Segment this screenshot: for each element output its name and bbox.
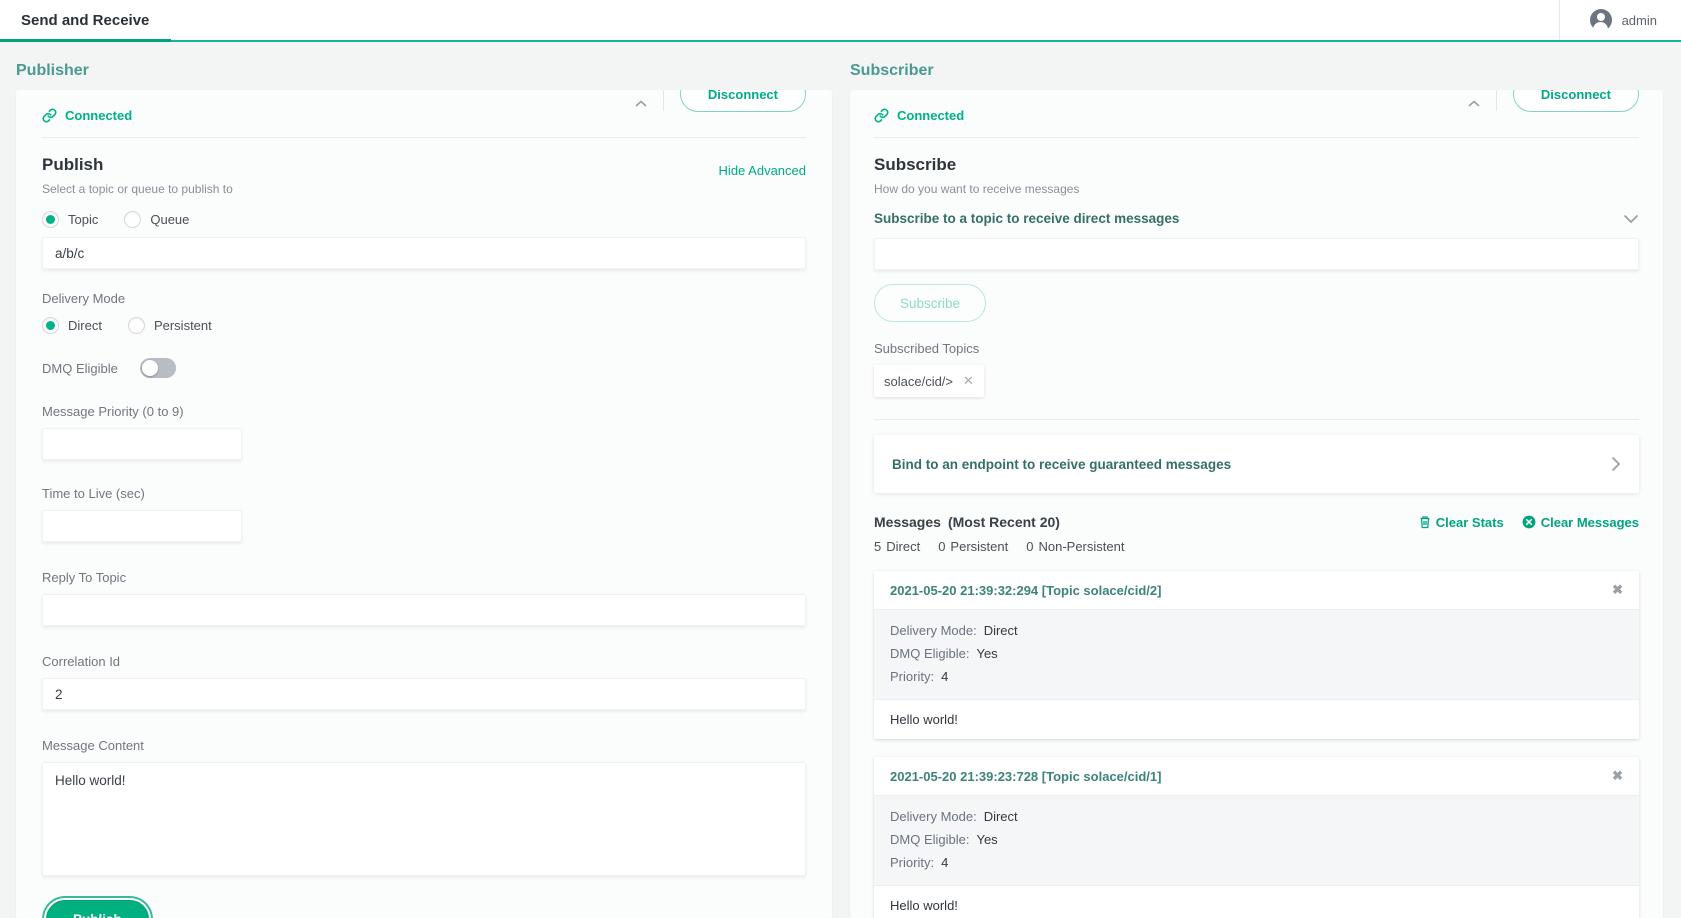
subscribed-topic-chip: solace/cid/> ✕	[874, 365, 984, 397]
subscribe-heading: Subscribe	[874, 155, 1079, 175]
destination-type-radios: Topic Queue	[42, 211, 806, 228]
user-menu[interactable]: admin	[1559, 0, 1681, 40]
publisher-panel: Publisher Connected	[16, 56, 832, 918]
trash-icon	[1419, 515, 1431, 529]
main-content: Publisher Connected	[0, 42, 1681, 918]
correlation-id-label: Correlation Id	[42, 654, 806, 669]
bind-endpoint-prompt: Bind to an endpoint to receive guarantee…	[892, 457, 1231, 472]
publisher-connection-row: Connected Disconnect	[42, 98, 806, 132]
radio-persistent-circle[interactable]	[128, 317, 145, 334]
message-fields: Delivery Mode: Direct DMQ Eligible: Yes …	[874, 795, 1639, 886]
divider	[874, 137, 1639, 138]
messages-header-row: Messages (Most Recent 20) Clear Stats	[874, 514, 1639, 530]
clear-stats-button[interactable]: Clear Stats	[1419, 515, 1504, 530]
publish-section-header: Publish Select a topic or queue to publi…	[42, 155, 806, 196]
link-icon	[874, 108, 889, 123]
radio-queue-circle[interactable]	[124, 211, 141, 228]
subscribed-topics-label: Subscribed Topics	[874, 341, 1639, 356]
subscriber-connection-controls: Disconnect	[1468, 90, 1639, 112]
stat-non-persistent: 0 Non-Persistent	[1026, 539, 1124, 554]
subscriber-connected-label: Connected	[897, 108, 964, 123]
link-icon	[42, 108, 57, 123]
vertical-divider	[1496, 90, 1497, 111]
publisher-disconnect-button[interactable]: Disconnect	[680, 90, 806, 112]
vertical-divider	[663, 90, 664, 111]
reply-to-topic-input[interactable]	[42, 594, 806, 626]
stat-direct: 5 Direct	[874, 539, 920, 554]
radio-persistent[interactable]: Persistent	[128, 317, 212, 334]
tab-send-and-receive[interactable]: Send and Receive	[0, 0, 171, 42]
hide-advanced-link[interactable]: Hide Advanced	[719, 163, 806, 196]
chevron-right-icon	[1611, 456, 1621, 472]
dmq-eligible-row: DMQ Eligible	[42, 358, 806, 378]
subscriber-title: Subscriber	[850, 62, 1663, 80]
delivery-mode-label: Delivery Mode	[42, 291, 806, 306]
x-icon[interactable]: ✕	[963, 373, 974, 389]
ttl-label: Time to Live (sec)	[42, 486, 806, 501]
publisher-connected-label: Connected	[65, 108, 132, 123]
close-icon[interactable]: ✖	[1612, 582, 1623, 598]
clear-messages-button[interactable]: Clear Messages	[1522, 515, 1639, 530]
publisher-connection-status: Connected	[42, 108, 132, 123]
message-card: 2021-05-20 21:39:23:728 [Topic solace/ci…	[874, 757, 1639, 918]
publish-heading: Publish	[42, 155, 233, 175]
subscriber-connection-row: Connected Disconnect	[874, 98, 1639, 132]
dmq-eligible-label: DMQ Eligible	[42, 361, 118, 376]
subscribe-button[interactable]: Subscribe	[874, 284, 986, 322]
subscriber-card: Connected Disconnect Subscribe How do yo…	[850, 90, 1663, 918]
delivery-mode-radios: Direct Persistent	[42, 317, 806, 334]
radio-direct[interactable]: Direct	[42, 317, 102, 334]
publisher-card: Connected Disconnect Publish Select a to…	[16, 90, 832, 918]
stat-persistent: 0 Persistent	[938, 539, 1008, 554]
reply-to-topic-label: Reply To Topic	[42, 570, 806, 585]
divider	[42, 137, 806, 138]
dmq-toggle[interactable]	[140, 358, 176, 378]
dmq-toggle-knob	[142, 360, 158, 376]
publish-subtitle: Select a topic or queue to publish to	[42, 182, 233, 196]
correlation-id-input[interactable]	[42, 678, 806, 710]
messages-recent-label: (Most Recent 20)	[948, 514, 1060, 530]
message-fields: Delivery Mode: Direct DMQ Eligible: Yes …	[874, 609, 1639, 700]
message-stats-row: 5 Direct 0 Persistent 0 Non-Persistent	[874, 539, 1639, 554]
message-priority-label: Message Priority (0 to 9)	[42, 404, 806, 419]
radio-direct-circle[interactable]	[42, 317, 59, 334]
top-navigation-bar: Send and Receive admin	[0, 0, 1681, 42]
subscriber-disconnect-button[interactable]: Disconnect	[1513, 90, 1639, 112]
ttl-input[interactable]	[42, 510, 242, 542]
caret-up-icon[interactable]	[635, 100, 647, 108]
message-payload: Hello world!	[874, 700, 1639, 739]
message-timestamp: 2021-05-20 21:39:23:728 [Topic solace/ci…	[890, 769, 1161, 784]
radio-topic[interactable]: Topic	[42, 211, 98, 228]
subscribed-topic-value: solace/cid/>	[884, 374, 953, 389]
message-priority-input[interactable]	[42, 428, 242, 460]
close-icon[interactable]: ✖	[1612, 768, 1623, 784]
subscriber-connection-status: Connected	[874, 108, 964, 123]
subscribe-topic-prompt-row[interactable]: Subscribe to a topic to receive direct m…	[874, 211, 1639, 226]
message-card: 2021-05-20 21:39:32:294 [Topic solace/ci…	[874, 571, 1639, 739]
message-payload: Hello world!	[874, 886, 1639, 918]
username-label: admin	[1622, 13, 1657, 28]
message-content-label: Message Content	[42, 738, 806, 753]
messages-heading: Messages	[874, 514, 941, 530]
radio-queue[interactable]: Queue	[124, 211, 189, 228]
user-avatar-icon	[1590, 9, 1612, 31]
message-timestamp: 2021-05-20 21:39:32:294 [Topic solace/ci…	[890, 583, 1161, 598]
subscribe-subtitle: How do you want to receive messages	[874, 182, 1079, 196]
publisher-connection-controls: Disconnect	[635, 90, 806, 112]
radio-topic-circle[interactable]	[42, 211, 59, 228]
publish-button[interactable]: Publish	[46, 900, 149, 918]
caret-up-icon[interactable]	[1468, 100, 1480, 108]
subscribe-topic-prompt: Subscribe to a topic to receive direct m…	[874, 211, 1179, 226]
subscribe-topic-input[interactable]	[874, 238, 1639, 270]
subscriber-panel: Subscriber Connected	[850, 56, 1663, 918]
message-content-textarea[interactable]: Hello world!	[42, 762, 806, 876]
bind-endpoint-row[interactable]: Bind to an endpoint to receive guarantee…	[874, 435, 1639, 493]
chevron-down-icon[interactable]	[1623, 214, 1639, 224]
divider	[874, 419, 1639, 420]
subscribe-section-header: Subscribe How do you want to receive mes…	[874, 155, 1639, 196]
publisher-title: Publisher	[16, 62, 832, 80]
publish-topic-input[interactable]	[42, 237, 806, 269]
x-circle-icon	[1522, 515, 1536, 529]
